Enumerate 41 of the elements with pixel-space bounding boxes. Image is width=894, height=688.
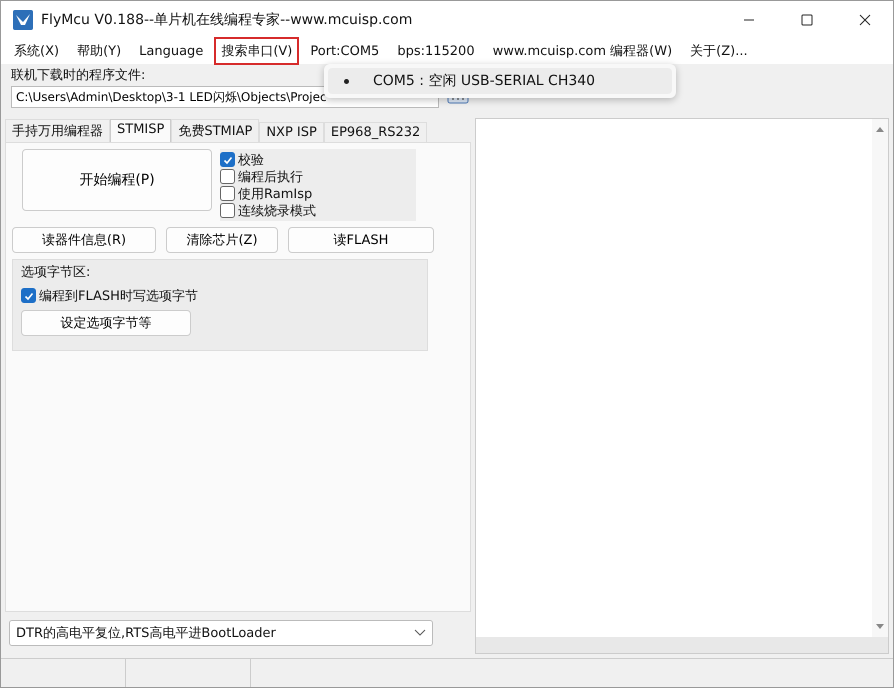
file-label: 联机下载时的程序文件: bbox=[11, 67, 146, 84]
menu-item[interactable]: 关于(Z)... bbox=[683, 37, 755, 65]
checkbox-label: 校验 bbox=[238, 152, 264, 168]
tab[interactable]: 免费STMIAP bbox=[171, 119, 260, 142]
action-button[interactable]: 读FLASH bbox=[288, 227, 434, 253]
maximize-icon[interactable] bbox=[801, 14, 813, 26]
checkbox[interactable] bbox=[220, 203, 235, 218]
tab[interactable]: 手持万用编程器 bbox=[5, 119, 110, 142]
checkbox-label: 编程到FLASH时写选项字节 bbox=[39, 288, 198, 304]
checkbox[interactable] bbox=[21, 288, 36, 303]
checkbox-label: 连续烧录模式 bbox=[238, 202, 316, 220]
chevron-down-icon bbox=[414, 629, 426, 637]
menu-item[interactable]: 帮助(Y) bbox=[70, 37, 128, 65]
close-icon[interactable] bbox=[859, 14, 871, 26]
start-programming-button[interactable]: 开始编程(P) bbox=[22, 149, 212, 211]
horizontal-scrollbar[interactable] bbox=[476, 637, 888, 653]
app-logo-icon bbox=[13, 10, 33, 30]
checkbox[interactable] bbox=[220, 169, 235, 184]
checkbox[interactable] bbox=[220, 186, 235, 201]
scroll-up-icon[interactable] bbox=[875, 125, 885, 133]
menu-item[interactable]: 搜索串口(V) bbox=[214, 37, 300, 65]
tab[interactable]: NXP ISP bbox=[259, 122, 324, 142]
menu-item[interactable]: bps:115200 bbox=[390, 38, 482, 64]
tab[interactable]: EP968_RS232 bbox=[324, 122, 428, 142]
group-title: 选项字节区: bbox=[21, 264, 92, 281]
action-button[interactable]: 读器件信息(R) bbox=[12, 227, 156, 253]
boot-mode-dropdown[interactable]: DTR的高电平复位,RTS高电平进BootLoader bbox=[9, 620, 433, 646]
tab[interactable]: STMISP bbox=[110, 119, 172, 142]
menu-item[interactable]: Port:COM5 bbox=[303, 38, 386, 64]
scroll-down-icon[interactable] bbox=[875, 623, 885, 631]
window-title: FlyMcu V0.188--单片机在线编程专家--www.mcuisp.com bbox=[41, 10, 412, 28]
menu-item[interactable]: 系统(X) bbox=[7, 37, 66, 65]
menu-item[interactable]: Language bbox=[132, 38, 210, 64]
action-button[interactable]: 清除芯片(Z) bbox=[166, 227, 278, 253]
port-option[interactable]: COM5 : 空闲 USB-SERIAL CH340 bbox=[328, 68, 672, 94]
menu-item[interactable]: www.mcuisp.com 编程器(W) bbox=[486, 37, 680, 65]
scrollbar[interactable] bbox=[872, 119, 888, 637]
checkbox[interactable] bbox=[220, 152, 235, 167]
checkbox-label: 使用RamIsp bbox=[238, 186, 312, 202]
option-bytes-button[interactable]: 设定选项字节等 bbox=[21, 310, 191, 336]
checkbox-label: 编程后执行 bbox=[238, 168, 303, 186]
